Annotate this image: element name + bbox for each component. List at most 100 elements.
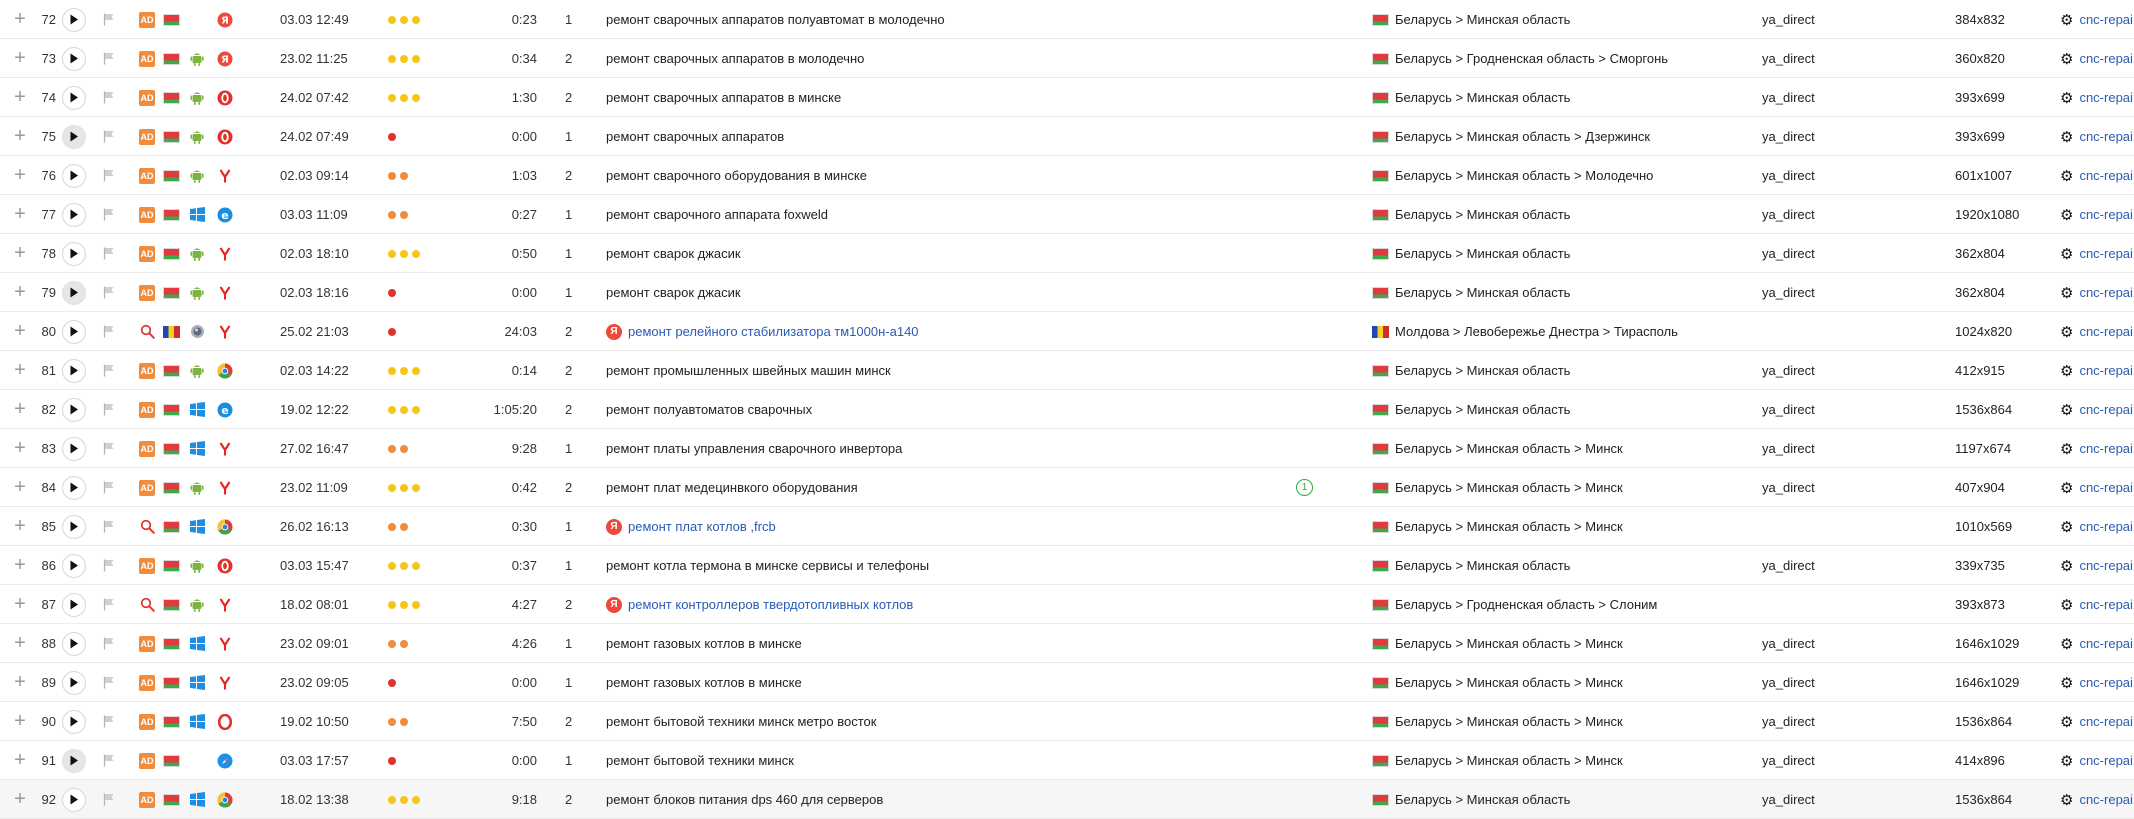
gear-icon[interactable]: ⚙ (2060, 713, 2073, 731)
expand-icon[interactable]: + (12, 624, 28, 663)
play-icon[interactable] (62, 787, 86, 812)
table-row[interactable]: + 72 AD Я 03.03 12:49 0:23 1 ремонт свар… (0, 0, 2134, 39)
table-row[interactable]: + 83 AD 27.02 16:47 9:28 1 ремонт платы … (0, 429, 2134, 468)
gear-icon[interactable]: ⚙ (2060, 323, 2073, 341)
flag-icon[interactable] (103, 663, 117, 702)
site-name[interactable]: cnc-repai (2079, 363, 2132, 378)
play-icon[interactable] (62, 280, 86, 305)
play-icon[interactable] (62, 436, 86, 461)
expand-icon[interactable]: + (12, 0, 28, 39)
table-row[interactable]: + 77 AD e 03.03 11:09 0:27 1 ремонт свар… (0, 195, 2134, 234)
flag-icon[interactable] (103, 390, 117, 429)
table-row[interactable]: + 91 AD 03.03 17:57 0:00 1 ремонт бытово… (0, 741, 2134, 780)
play-button[interactable] (62, 702, 86, 741)
play-button[interactable] (62, 507, 86, 546)
flag-icon[interactable] (103, 273, 117, 312)
site-name[interactable]: cnc-repai (2079, 792, 2132, 807)
play-button[interactable] (62, 780, 86, 819)
flag-icon[interactable] (103, 312, 117, 351)
site-link[interactable]: ⚙ cnc-repai (2060, 195, 2133, 234)
gear-icon[interactable]: ⚙ (2060, 440, 2073, 458)
gear-icon[interactable]: ⚙ (2060, 128, 2073, 146)
play-icon[interactable] (62, 553, 86, 578)
table-row[interactable]: + 88 AD 23.02 09:01 4:26 1 ремонт газовы… (0, 624, 2134, 663)
flag-icon[interactable] (103, 429, 117, 468)
gear-icon[interactable]: ⚙ (2060, 284, 2073, 302)
expand-icon[interactable]: + (12, 156, 28, 195)
site-link[interactable]: ⚙ cnc-repai (2060, 0, 2133, 39)
play-button[interactable] (62, 78, 86, 117)
site-name[interactable]: cnc-repai (2079, 597, 2132, 612)
gear-icon[interactable]: ⚙ (2060, 674, 2073, 692)
play-button[interactable] (62, 741, 86, 780)
site-link[interactable]: ⚙ cnc-repai (2060, 624, 2133, 663)
table-row[interactable]: + 78 AD 02.03 18:10 0:50 1 ремонт сварок… (0, 234, 2134, 273)
site-name[interactable]: cnc-repai (2079, 51, 2132, 66)
flag-icon[interactable] (103, 468, 117, 507)
play-icon[interactable] (62, 670, 86, 695)
play-button[interactable] (62, 429, 86, 468)
site-name[interactable]: cnc-repai (2079, 168, 2132, 183)
site-link[interactable]: ⚙ cnc-repai (2060, 39, 2133, 78)
flag-icon[interactable] (103, 702, 117, 741)
site-link[interactable]: ⚙ cnc-repai (2060, 507, 2133, 546)
expand-icon[interactable]: + (12, 351, 28, 390)
gear-icon[interactable]: ⚙ (2060, 11, 2073, 29)
site-name[interactable]: cnc-repai (2079, 675, 2132, 690)
table-row[interactable]: + 85 26.02 16:13 0:30 1 Я ремонт плат ко… (0, 507, 2134, 546)
site-name[interactable]: cnc-repai (2079, 480, 2132, 495)
flag-icon[interactable] (103, 0, 117, 39)
gear-icon[interactable]: ⚙ (2060, 518, 2073, 536)
table-row[interactable]: + 80 25.02 21:03 24:03 2 Я ремонт релейн… (0, 312, 2134, 351)
site-name[interactable]: cnc-repai (2079, 246, 2132, 261)
play-button[interactable] (62, 39, 86, 78)
play-icon[interactable] (62, 631, 86, 656)
flag-icon[interactable] (103, 156, 117, 195)
site-link[interactable]: ⚙ cnc-repai (2060, 468, 2133, 507)
site-link[interactable]: ⚙ cnc-repai (2060, 546, 2133, 585)
gear-icon[interactable]: ⚙ (2060, 401, 2073, 419)
table-row[interactable]: + 84 AD 23.02 11:09 0:42 2 ремонт плат м… (0, 468, 2134, 507)
play-icon[interactable] (62, 163, 86, 188)
site-link[interactable]: ⚙ cnc-repai (2060, 702, 2133, 741)
search-phrase[interactable]: Я ремонт плат котлов ,frcb (606, 507, 1286, 546)
play-button[interactable] (62, 585, 86, 624)
flag-icon[interactable] (103, 195, 117, 234)
table-row[interactable]: + 74 AD 24.02 07:42 1:30 2 ремонт свароч… (0, 78, 2134, 117)
site-link[interactable]: ⚙ cnc-repai (2060, 117, 2133, 156)
flag-icon[interactable] (103, 780, 117, 819)
site-link[interactable]: ⚙ cnc-repai (2060, 78, 2133, 117)
play-icon[interactable] (62, 592, 86, 617)
expand-icon[interactable]: + (12, 312, 28, 351)
play-icon[interactable] (62, 475, 86, 500)
play-icon[interactable] (62, 85, 86, 110)
expand-icon[interactable]: + (12, 195, 28, 234)
site-name[interactable]: cnc-repai (2079, 558, 2132, 573)
site-link[interactable]: ⚙ cnc-repai (2060, 780, 2133, 819)
flag-icon[interactable] (103, 78, 117, 117)
gear-icon[interactable]: ⚙ (2060, 479, 2073, 497)
site-name[interactable]: cnc-repai (2079, 90, 2132, 105)
play-button[interactable] (62, 351, 86, 390)
search-phrase[interactable]: Я ремонт контроллеров твердотопливных ко… (606, 585, 1286, 624)
site-name[interactable]: cnc-repai (2079, 12, 2132, 27)
play-button[interactable] (62, 546, 86, 585)
flag-icon[interactable] (103, 585, 117, 624)
site-link[interactable]: ⚙ cnc-repai (2060, 390, 2133, 429)
expand-icon[interactable]: + (12, 741, 28, 780)
site-link[interactable]: ⚙ cnc-repai (2060, 156, 2133, 195)
flag-icon[interactable] (103, 351, 117, 390)
expand-icon[interactable]: + (12, 390, 28, 429)
play-button[interactable] (62, 195, 86, 234)
play-icon[interactable] (62, 124, 86, 149)
site-name[interactable]: cnc-repai (2079, 441, 2132, 456)
play-icon[interactable] (62, 358, 86, 383)
play-button[interactable] (62, 312, 86, 351)
gear-icon[interactable]: ⚙ (2060, 362, 2073, 380)
expand-icon[interactable]: + (12, 117, 28, 156)
flag-icon[interactable] (103, 741, 117, 780)
play-button[interactable] (62, 390, 86, 429)
play-button[interactable] (62, 273, 86, 312)
gear-icon[interactable]: ⚙ (2060, 50, 2073, 68)
table-row[interactable]: + 82 AD e 19.02 12:22 1:05:20 2 ремонт п… (0, 390, 2134, 429)
